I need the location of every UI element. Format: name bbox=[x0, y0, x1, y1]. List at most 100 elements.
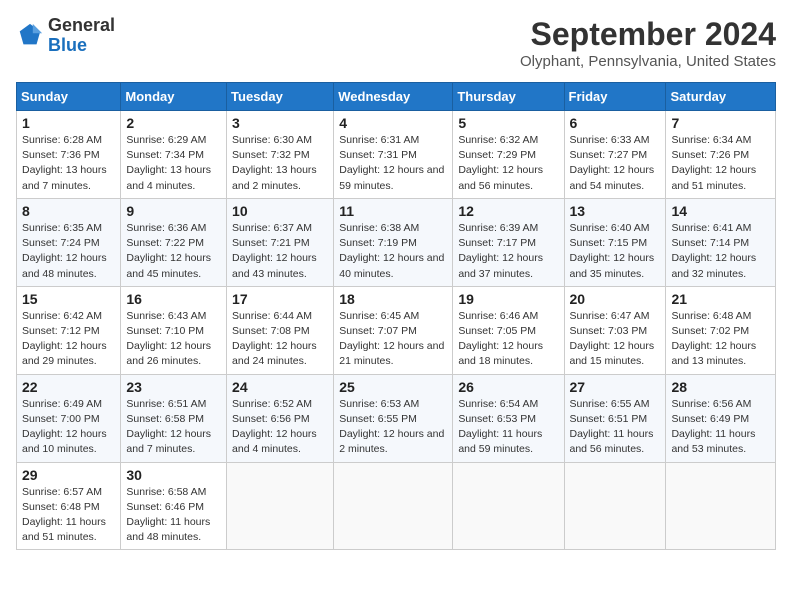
calendar-cell: 5 Sunrise: 6:32 AM Sunset: 7:29 PM Dayli… bbox=[453, 111, 564, 199]
cell-info: Sunrise: 6:55 AM Sunset: 6:51 PM Dayligh… bbox=[570, 397, 661, 458]
day-number: 24 bbox=[232, 379, 328, 395]
sunset-text: Sunset: 6:56 PM bbox=[232, 412, 328, 427]
cell-info: Sunrise: 6:49 AM Sunset: 7:00 PM Dayligh… bbox=[22, 397, 115, 458]
day-number: 15 bbox=[22, 291, 115, 307]
title-block: September 2024 Olyphant, Pennsylvania, U… bbox=[520, 16, 776, 70]
daylight-text: Daylight: 12 hours and 37 minutes. bbox=[458, 251, 558, 281]
cell-info: Sunrise: 6:45 AM Sunset: 7:07 PM Dayligh… bbox=[339, 309, 447, 370]
cell-info: Sunrise: 6:35 AM Sunset: 7:24 PM Dayligh… bbox=[22, 221, 115, 282]
sunset-text: Sunset: 7:15 PM bbox=[570, 236, 661, 251]
day-number: 19 bbox=[458, 291, 558, 307]
calendar-cell: 22 Sunrise: 6:49 AM Sunset: 7:00 PM Dayl… bbox=[17, 374, 121, 462]
weekday-header-monday: Monday bbox=[121, 83, 227, 111]
sunset-text: Sunset: 6:53 PM bbox=[458, 412, 558, 427]
calendar-cell: 9 Sunrise: 6:36 AM Sunset: 7:22 PM Dayli… bbox=[121, 198, 227, 286]
weekday-header-tuesday: Tuesday bbox=[227, 83, 334, 111]
calendar-cell: 23 Sunrise: 6:51 AM Sunset: 6:58 PM Dayl… bbox=[121, 374, 227, 462]
sunset-text: Sunset: 7:32 PM bbox=[232, 148, 328, 163]
sunset-text: Sunset: 7:00 PM bbox=[22, 412, 115, 427]
daylight-text: Daylight: 12 hours and 13 minutes. bbox=[671, 339, 770, 369]
cell-info: Sunrise: 6:39 AM Sunset: 7:17 PM Dayligh… bbox=[458, 221, 558, 282]
daylight-text: Daylight: 12 hours and 45 minutes. bbox=[126, 251, 221, 281]
calendar-cell: 18 Sunrise: 6:45 AM Sunset: 7:07 PM Dayl… bbox=[334, 286, 453, 374]
logo-line2: Blue bbox=[48, 36, 115, 56]
sunrise-text: Sunrise: 6:35 AM bbox=[22, 221, 115, 236]
logo-icon bbox=[16, 22, 44, 50]
calendar-cell bbox=[334, 462, 453, 550]
calendar-cell: 24 Sunrise: 6:52 AM Sunset: 6:56 PM Dayl… bbox=[227, 374, 334, 462]
daylight-text: Daylight: 12 hours and 4 minutes. bbox=[232, 427, 328, 457]
cell-info: Sunrise: 6:30 AM Sunset: 7:32 PM Dayligh… bbox=[232, 133, 328, 194]
calendar-cell: 6 Sunrise: 6:33 AM Sunset: 7:27 PM Dayli… bbox=[564, 111, 666, 199]
weekday-header-friday: Friday bbox=[564, 83, 666, 111]
cell-info: Sunrise: 6:58 AM Sunset: 6:46 PM Dayligh… bbox=[126, 485, 221, 546]
sunset-text: Sunset: 7:07 PM bbox=[339, 324, 447, 339]
calendar-cell: 17 Sunrise: 6:44 AM Sunset: 7:08 PM Dayl… bbox=[227, 286, 334, 374]
daylight-text: Daylight: 11 hours and 48 minutes. bbox=[126, 515, 221, 545]
sunset-text: Sunset: 7:02 PM bbox=[671, 324, 770, 339]
cell-info: Sunrise: 6:34 AM Sunset: 7:26 PM Dayligh… bbox=[671, 133, 770, 194]
day-number: 12 bbox=[458, 203, 558, 219]
sunrise-text: Sunrise: 6:47 AM bbox=[570, 309, 661, 324]
daylight-text: Daylight: 12 hours and 54 minutes. bbox=[570, 163, 661, 193]
sunset-text: Sunset: 7:14 PM bbox=[671, 236, 770, 251]
cell-info: Sunrise: 6:33 AM Sunset: 7:27 PM Dayligh… bbox=[570, 133, 661, 194]
daylight-text: Daylight: 12 hours and 59 minutes. bbox=[339, 163, 447, 193]
cell-info: Sunrise: 6:51 AM Sunset: 6:58 PM Dayligh… bbox=[126, 397, 221, 458]
month-title: September 2024 bbox=[520, 16, 776, 53]
sunrise-text: Sunrise: 6:53 AM bbox=[339, 397, 447, 412]
day-number: 29 bbox=[22, 467, 115, 483]
day-number: 1 bbox=[22, 115, 115, 131]
weekday-header-sunday: Sunday bbox=[17, 83, 121, 111]
calendar-cell: 13 Sunrise: 6:40 AM Sunset: 7:15 PM Dayl… bbox=[564, 198, 666, 286]
day-number: 28 bbox=[671, 379, 770, 395]
sunrise-text: Sunrise: 6:42 AM bbox=[22, 309, 115, 324]
sunrise-text: Sunrise: 6:30 AM bbox=[232, 133, 328, 148]
sunrise-text: Sunrise: 6:45 AM bbox=[339, 309, 447, 324]
sunset-text: Sunset: 7:22 PM bbox=[126, 236, 221, 251]
weekday-header-wednesday: Wednesday bbox=[334, 83, 453, 111]
sunrise-text: Sunrise: 6:29 AM bbox=[126, 133, 221, 148]
calendar-week-row: 22 Sunrise: 6:49 AM Sunset: 7:00 PM Dayl… bbox=[17, 374, 776, 462]
day-number: 14 bbox=[671, 203, 770, 219]
sunset-text: Sunset: 7:24 PM bbox=[22, 236, 115, 251]
cell-info: Sunrise: 6:43 AM Sunset: 7:10 PM Dayligh… bbox=[126, 309, 221, 370]
page-header: General Blue September 2024 Olyphant, Pe… bbox=[16, 16, 776, 70]
day-number: 22 bbox=[22, 379, 115, 395]
calendar-cell: 30 Sunrise: 6:58 AM Sunset: 6:46 PM Dayl… bbox=[121, 462, 227, 550]
day-number: 8 bbox=[22, 203, 115, 219]
logo: General Blue bbox=[16, 16, 115, 56]
cell-info: Sunrise: 6:42 AM Sunset: 7:12 PM Dayligh… bbox=[22, 309, 115, 370]
calendar-cell: 7 Sunrise: 6:34 AM Sunset: 7:26 PM Dayli… bbox=[666, 111, 776, 199]
cell-info: Sunrise: 6:53 AM Sunset: 6:55 PM Dayligh… bbox=[339, 397, 447, 458]
daylight-text: Daylight: 12 hours and 32 minutes. bbox=[671, 251, 770, 281]
day-number: 10 bbox=[232, 203, 328, 219]
cell-info: Sunrise: 6:48 AM Sunset: 7:02 PM Dayligh… bbox=[671, 309, 770, 370]
cell-info: Sunrise: 6:36 AM Sunset: 7:22 PM Dayligh… bbox=[126, 221, 221, 282]
sunrise-text: Sunrise: 6:32 AM bbox=[458, 133, 558, 148]
sunrise-text: Sunrise: 6:31 AM bbox=[339, 133, 447, 148]
daylight-text: Daylight: 11 hours and 56 minutes. bbox=[570, 427, 661, 457]
cell-info: Sunrise: 6:31 AM Sunset: 7:31 PM Dayligh… bbox=[339, 133, 447, 194]
calendar-cell: 26 Sunrise: 6:54 AM Sunset: 6:53 PM Dayl… bbox=[453, 374, 564, 462]
daylight-text: Daylight: 12 hours and 43 minutes. bbox=[232, 251, 328, 281]
weekday-header-saturday: Saturday bbox=[666, 83, 776, 111]
sunset-text: Sunset: 7:27 PM bbox=[570, 148, 661, 163]
cell-info: Sunrise: 6:47 AM Sunset: 7:03 PM Dayligh… bbox=[570, 309, 661, 370]
sunset-text: Sunset: 6:51 PM bbox=[570, 412, 661, 427]
sunrise-text: Sunrise: 6:51 AM bbox=[126, 397, 221, 412]
sunrise-text: Sunrise: 6:38 AM bbox=[339, 221, 447, 236]
sunrise-text: Sunrise: 6:55 AM bbox=[570, 397, 661, 412]
day-number: 3 bbox=[232, 115, 328, 131]
calendar-week-row: 15 Sunrise: 6:42 AM Sunset: 7:12 PM Dayl… bbox=[17, 286, 776, 374]
sunrise-text: Sunrise: 6:37 AM bbox=[232, 221, 328, 236]
sunset-text: Sunset: 7:36 PM bbox=[22, 148, 115, 163]
daylight-text: Daylight: 12 hours and 48 minutes. bbox=[22, 251, 115, 281]
daylight-text: Daylight: 12 hours and 56 minutes. bbox=[458, 163, 558, 193]
daylight-text: Daylight: 12 hours and 7 minutes. bbox=[126, 427, 221, 457]
cell-info: Sunrise: 6:41 AM Sunset: 7:14 PM Dayligh… bbox=[671, 221, 770, 282]
day-number: 5 bbox=[458, 115, 558, 131]
sunrise-text: Sunrise: 6:33 AM bbox=[570, 133, 661, 148]
day-number: 9 bbox=[126, 203, 221, 219]
calendar-week-row: 29 Sunrise: 6:57 AM Sunset: 6:48 PM Dayl… bbox=[17, 462, 776, 550]
